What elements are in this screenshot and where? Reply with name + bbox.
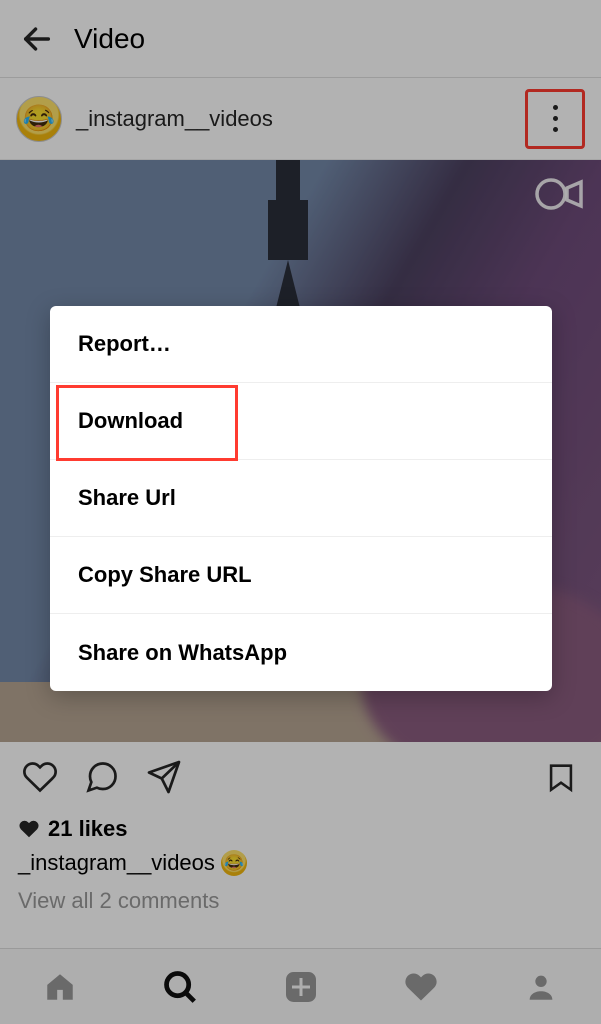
menu-item-copy-share-url[interactable]: Copy Share URL xyxy=(50,537,552,614)
menu-item-share-url[interactable]: Share Url xyxy=(50,460,552,537)
menu-item-report[interactable]: Report… xyxy=(50,306,552,383)
options-menu: Report… Download Share Url Copy Share UR… xyxy=(50,306,552,691)
menu-item-share-whatsapp[interactable]: Share on WhatsApp xyxy=(50,614,552,691)
menu-item-download[interactable]: Download xyxy=(50,383,552,460)
